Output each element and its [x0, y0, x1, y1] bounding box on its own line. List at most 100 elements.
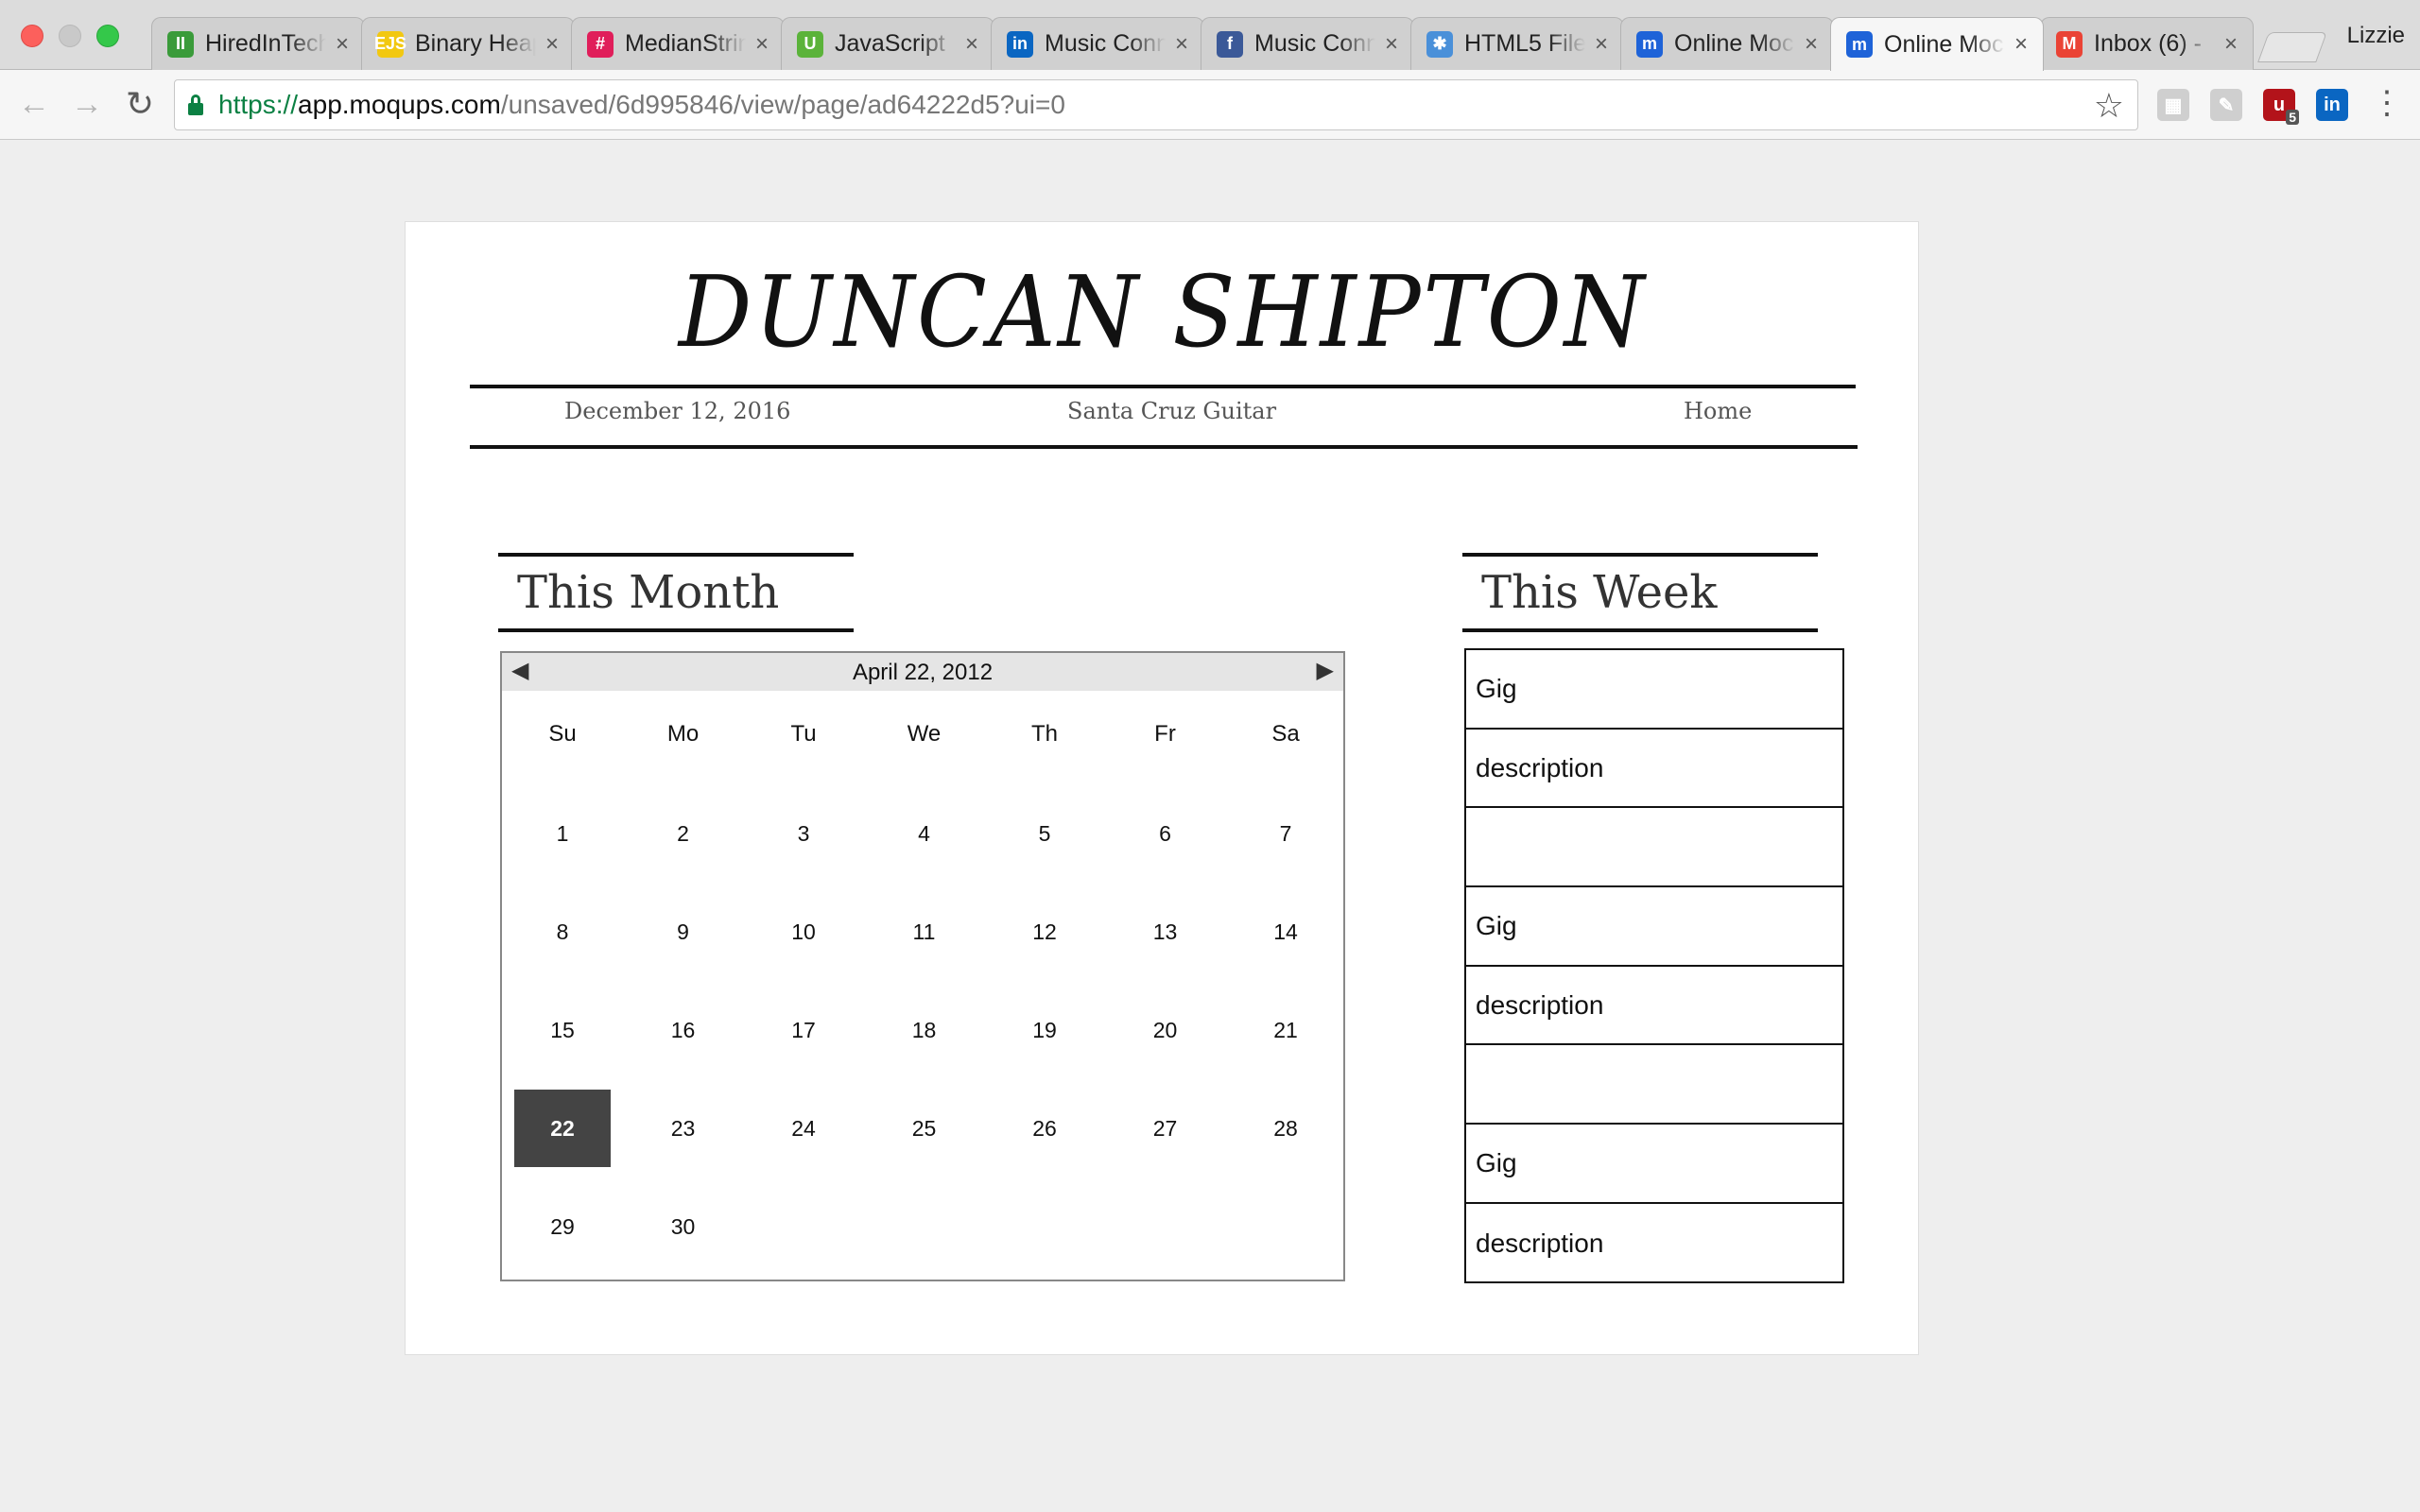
weekday-label: Fr — [1154, 721, 1176, 747]
tab-close-icon[interactable]: × — [332, 32, 353, 56]
tab-title: Music Connect — [1254, 30, 1375, 57]
nav-link-santa-cruz-guitar[interactable]: Santa Cruz Guitar — [1067, 398, 1276, 424]
tab-close-icon[interactable]: × — [752, 32, 772, 56]
url-text[interactable]: https://app.moqups.com/unsaved/6d995846/… — [218, 90, 1065, 120]
bookmark-star-icon[interactable]: ☆ — [2094, 86, 2124, 126]
tab-close-icon[interactable]: × — [542, 32, 562, 56]
extension-glyph: ✎ — [2218, 94, 2235, 116]
week-list-item[interactable] — [1466, 1045, 1842, 1125]
calendar-day[interactable]: 28 — [1237, 1090, 1334, 1167]
browser-tab[interactable]: II HiredInTech × — [151, 17, 365, 70]
calendar-day[interactable]: 29 — [514, 1188, 611, 1265]
week-list-item[interactable]: description — [1466, 1204, 1842, 1283]
week-list-item[interactable]: Gig — [1466, 1125, 1842, 1204]
calendar-header: ◀ April 22, 2012 ▶ — [502, 653, 1343, 691]
calendar-day[interactable]: 20 — [1117, 991, 1214, 1069]
calendar-day[interactable]: 17 — [755, 991, 852, 1069]
calendar-day[interactable]: 18 — [876, 991, 973, 1069]
calendar: ◀ April 22, 2012 ▶ Su Mo Tu We Th Fr Sa 1 2 3 4 5 6 7… — [500, 651, 1345, 1281]
extension-pen-icon[interactable]: ✎ — [2210, 89, 2242, 121]
maximize-window-icon[interactable] — [96, 25, 119, 47]
tab-close-icon[interactable]: × — [1171, 32, 1192, 56]
new-tab-button[interactable] — [2257, 32, 2327, 62]
calendar-day[interactable]: 11 — [876, 893, 973, 971]
calendar-day[interactable]: 27 — [1117, 1090, 1214, 1167]
calendar-day[interactable]: 2 — [635, 795, 732, 872]
tab-title: Online Mockup — [1674, 30, 1795, 57]
calendar-day[interactable]: 14 — [1237, 893, 1334, 971]
week-list-item[interactable]: description — [1466, 730, 1842, 809]
browser-menu-icon[interactable]: ⋮ — [2371, 87, 2403, 119]
address-bar[interactable]: https://app.moqups.com/unsaved/6d995846/… — [174, 79, 2138, 130]
mockup-page: DUNCAN SHIPTON December 12, 2016 Santa C… — [405, 221, 1919, 1355]
browser-tab[interactable]: f Music Connect× — [1201, 17, 1414, 70]
moqups-icon: m — [1636, 30, 1663, 58]
browser-tab[interactable]: mOnline Mockup× — [1830, 17, 2044, 71]
calendar-day[interactable]: 12 — [996, 893, 1093, 971]
html5-file-icon: ✱ — [1426, 30, 1453, 58]
tab-close-icon[interactable]: × — [2011, 33, 2031, 56]
weekday-label: Sa — [1271, 721, 1300, 747]
week-list-item[interactable]: Gig — [1466, 887, 1842, 967]
calendar-day[interactable]: 15 — [514, 991, 611, 1069]
this-month-heading: This Month — [517, 566, 780, 619]
tab-close-icon[interactable]: × — [1801, 32, 1822, 56]
calendar-day[interactable]: 16 — [635, 991, 732, 1069]
calendar-day[interactable]: 25 — [876, 1090, 973, 1167]
calendar-day[interactable]: 10 — [755, 893, 852, 971]
lock-icon — [188, 94, 203, 115]
next-month-arrow-icon[interactable]: ▶ — [1317, 657, 1334, 684]
calendar-day[interactable]: 3 — [755, 795, 852, 872]
week-list-item[interactable]: description — [1466, 967, 1842, 1046]
weekday-label: Th — [1030, 721, 1058, 747]
ublock-icon[interactable]: u5 — [2263, 89, 2299, 125]
tab-close-icon[interactable]: × — [1381, 32, 1402, 56]
calendar-day[interactable]: 30 — [635, 1188, 732, 1265]
week-list-item[interactable] — [1466, 808, 1842, 888]
browser-tab[interactable]: # MedianString× — [571, 17, 785, 70]
browser-tab[interactable]: in Music Connect× — [991, 17, 1204, 70]
browser-tab[interactable]: EJS Binary Heap × — [361, 17, 575, 70]
linkedin-icon: in — [1007, 30, 1033, 58]
browser-tab[interactable]: U JavaScript × — [781, 17, 994, 70]
linkedin-extension-icon[interactable]: in — [2316, 89, 2348, 121]
extension-glyph: u — [2273, 94, 2286, 115]
calendar-day[interactable]: 13 — [1117, 893, 1214, 971]
week-list-item[interactable]: Gig — [1466, 650, 1842, 730]
browser-tab[interactable]: M Inbox (6) - × — [2040, 17, 2254, 70]
tab-title: MedianString — [625, 30, 746, 57]
ejs-icon: EJS — [374, 30, 406, 58]
extension-grid-icon[interactable]: ▦ — [2157, 89, 2189, 121]
tab-close-icon[interactable]: × — [2221, 32, 2241, 56]
calendar-day[interactable]: 5 — [996, 795, 1093, 872]
calendar-day[interactable]: 26 — [996, 1090, 1093, 1167]
calendar-day[interactable]: 7 — [1237, 795, 1334, 872]
reload-icon[interactable]: ↻ — [121, 85, 159, 123]
forward-arrow-icon[interactable]: → — [68, 85, 106, 123]
calendar-day[interactable]: 24 — [755, 1090, 852, 1167]
weekday-label: Tu — [790, 721, 817, 747]
browser-tab[interactable]: ✱ HTML5 File × — [1410, 17, 1624, 70]
calendar-day[interactable]: 4 — [876, 795, 973, 872]
extension-badge: 5 — [2286, 110, 2299, 125]
tab-close-icon[interactable]: × — [1591, 32, 1612, 56]
calendar-day[interactable]: 6 — [1117, 795, 1214, 872]
browser-tab[interactable]: m Online Mockup× — [1620, 17, 1834, 70]
calendar-day[interactable]: 8 — [514, 893, 611, 971]
tab-title: JavaScript — [835, 30, 945, 57]
tab-title: Binary Heap — [415, 30, 536, 57]
calendar-day[interactable]: 19 — [996, 991, 1093, 1069]
calendar-day-selected[interactable]: 22 — [514, 1090, 611, 1167]
calendar-day[interactable]: 23 — [635, 1090, 732, 1167]
profile-name[interactable]: Lizzie — [2347, 23, 2405, 49]
calendar-day[interactable]: 1 — [514, 795, 611, 872]
extension-glyph: in — [2324, 94, 2341, 115]
calendar-day[interactable]: 9 — [635, 893, 732, 971]
nav-link-home[interactable]: Home — [1684, 398, 1752, 424]
minimize-window-icon[interactable] — [59, 25, 81, 47]
tab-close-icon[interactable]: × — [961, 32, 982, 56]
tab-title: Music Connect — [1045, 30, 1166, 57]
close-window-icon[interactable] — [21, 25, 43, 47]
back-arrow-icon[interactable]: ← — [15, 85, 53, 123]
calendar-day[interactable]: 21 — [1237, 991, 1334, 1069]
